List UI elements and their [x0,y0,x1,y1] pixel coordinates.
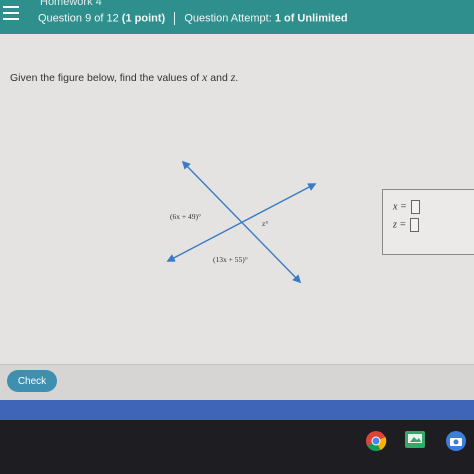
assignment-title: Homework 4 [40,0,102,8]
question-info: Question 9 of 12 (1 point) Question Atte… [38,12,348,25]
question-prompt: Given the figure below, find the values … [10,70,238,85]
angle-label-6x: (6x + 49)° [170,212,201,221]
top-header-bar: Homework 4 Question 9 of 12 (1 point) Qu… [0,0,474,34]
prompt-and: and [207,72,231,84]
x-input[interactable] [410,200,420,214]
angle-label-13x: (13x + 55)° [213,255,248,264]
angle-label-z: z° [262,219,268,228]
menu-icon[interactable] [3,6,19,20]
z-label: z = [393,219,407,231]
divider [174,12,176,25]
prompt-text-start: Given the figure below, find the values … [10,72,203,84]
attempt-label: Question Attempt: [184,12,272,25]
check-button[interactable]: Check [7,370,57,392]
answer-box: x = z = [382,189,474,255]
prompt-text-end: . [235,72,239,84]
action-bar: Check [0,364,474,401]
chrome-icon[interactable] [365,430,387,452]
question-number: Question 9 of 12 [38,12,119,25]
z-answer-row: z = [393,218,420,232]
page-footer-bar [0,400,474,420]
question-points: (1 point) [121,12,166,25]
attempt-value: 1 of Unlimited [274,12,348,25]
intersecting-lines-figure: (6x + 49)° z° (13x + 55)° [166,160,317,284]
camera-icon[interactable] [445,430,467,452]
x-answer-row: x = [393,200,420,214]
os-taskbar [0,420,474,474]
line-2 [166,183,317,262]
z-input[interactable] [410,218,420,232]
x-label: x = [393,201,407,213]
slides-icon[interactable] [404,430,426,450]
question-content: Given the figure below, find the values … [0,34,474,364]
